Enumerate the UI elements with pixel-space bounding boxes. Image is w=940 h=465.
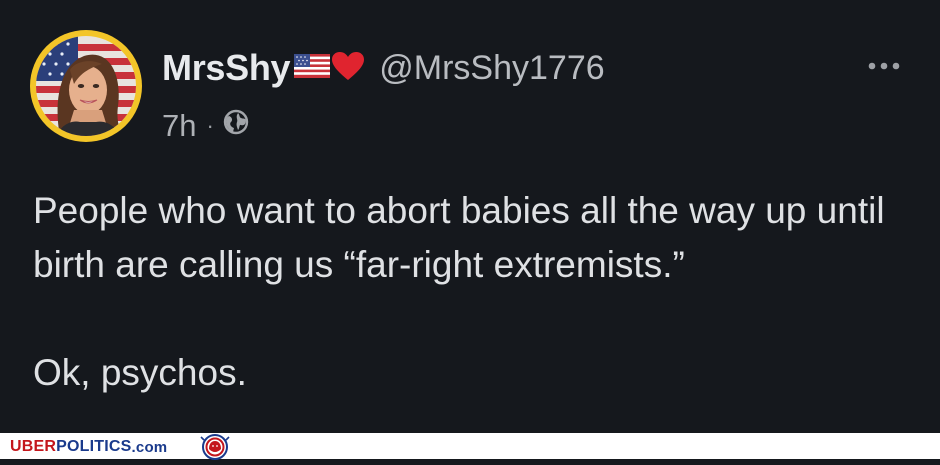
us-flag-icon <box>294 53 331 83</box>
globe-icon <box>222 108 250 144</box>
more-options-icon[interactable] <box>864 56 904 76</box>
lion-seal-logo <box>192 434 238 465</box>
post-time[interactable]: 7h <box>162 108 196 144</box>
avatar-photo <box>36 36 136 136</box>
post-body: People who want to abort babies all the … <box>33 184 923 400</box>
watermark-text: UBER POLITICS .com <box>10 437 167 457</box>
avatar[interactable] <box>30 30 142 142</box>
handle[interactable]: @MrsShy1776 <box>379 49 604 88</box>
post-paragraph: People who want to abort babies all the … <box>33 190 885 285</box>
post-meta: 7h · <box>162 104 250 148</box>
red-heart-icon <box>331 51 365 86</box>
meta-separator: · <box>206 113 214 138</box>
watermark-part-politics: POLITICS <box>56 438 132 455</box>
watermark-bar: UBER POLITICS .com <box>0 433 940 460</box>
tweet-card: MrsShy @MrsShy1776 7h · People who want … <box>0 0 940 433</box>
post-paragraph: Ok, psychos. <box>33 352 247 393</box>
author-row: MrsShy @MrsShy1776 <box>162 44 605 92</box>
watermark-part-domain: .com <box>131 438 168 456</box>
display-name[interactable]: MrsShy <box>162 47 291 89</box>
watermark-part-uber: UBER <box>10 438 57 455</box>
